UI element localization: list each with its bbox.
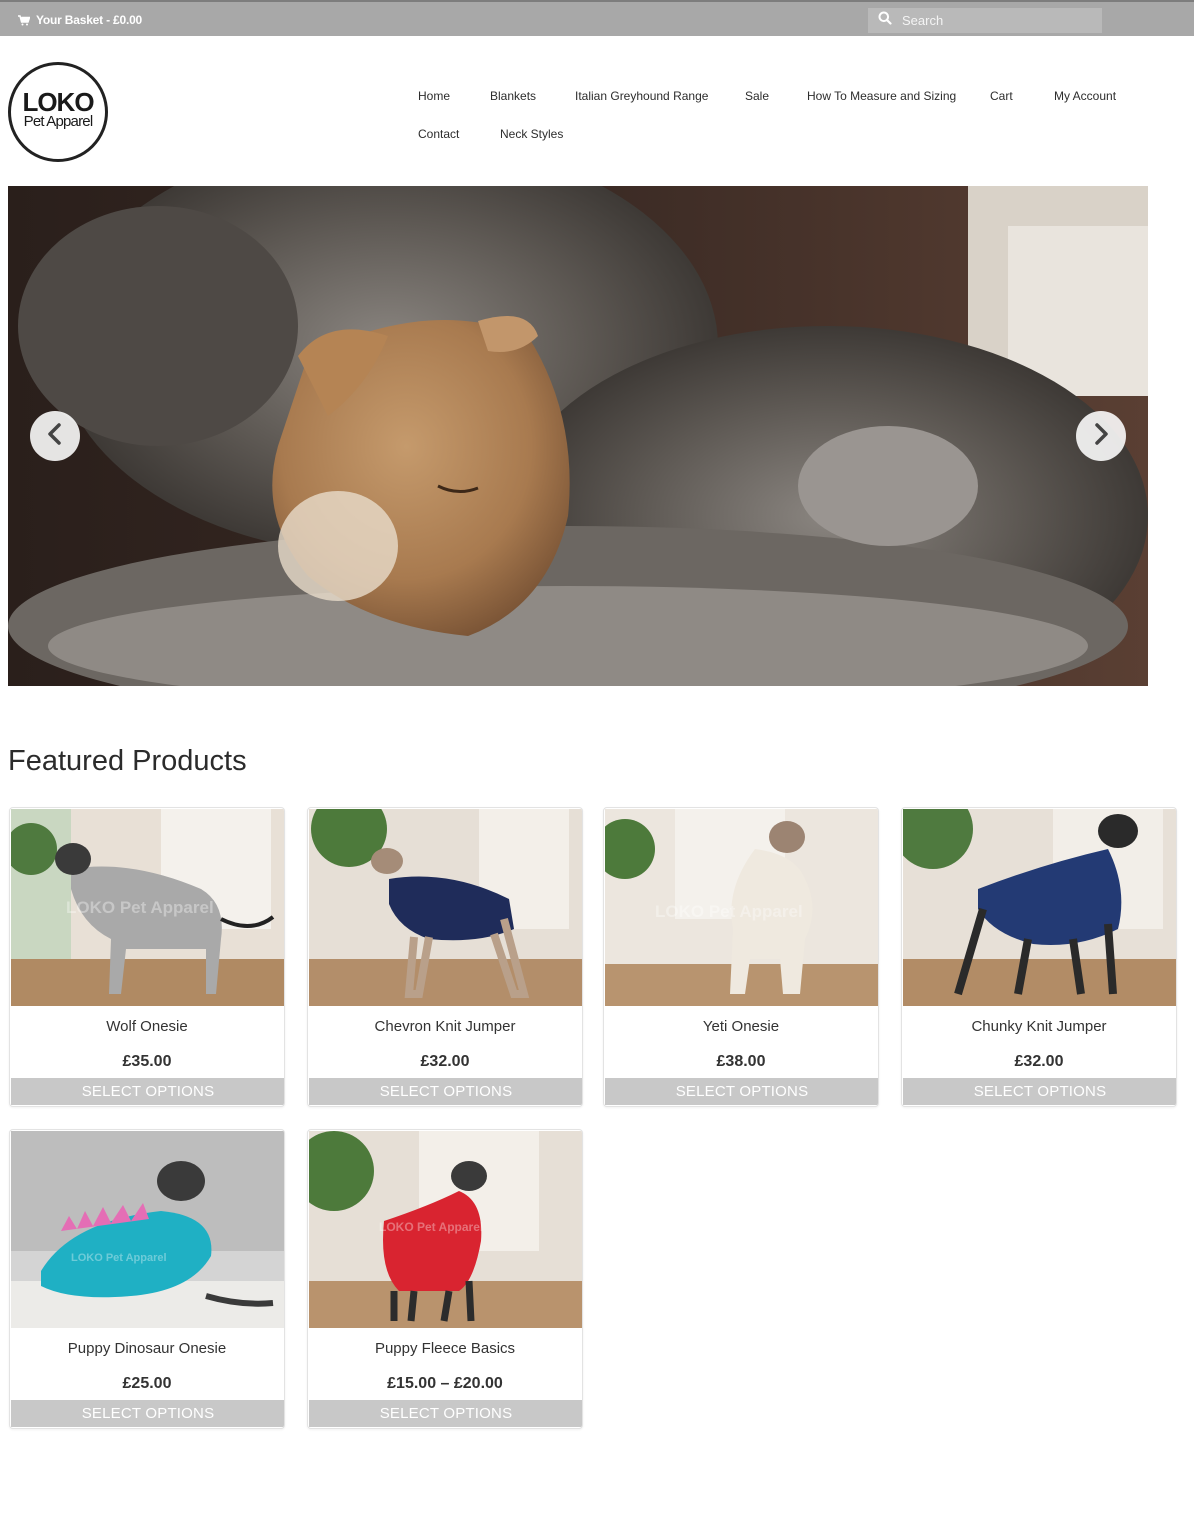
product-name[interactable]: Chunky Knit Jumper xyxy=(902,1018,1176,1035)
slider-prev-button[interactable] xyxy=(30,411,80,461)
svg-text:LOKO Pet Apparel: LOKO Pet Apparel xyxy=(71,1252,167,1264)
search-input[interactable] xyxy=(902,13,1092,28)
product-card[interactable]: LOKO Pet Apparel Wolf Onesie £35.00 SELE… xyxy=(9,807,285,1107)
site-logo[interactable]: LOKO Pet Apparel xyxy=(8,62,108,162)
select-options-button[interactable]: SELECT OPTIONS xyxy=(309,1078,582,1105)
nav-my-account[interactable]: My Account xyxy=(1054,89,1116,103)
featured-products-heading: Featured Products xyxy=(8,745,247,777)
nav-sale[interactable]: Sale xyxy=(745,89,769,103)
cart-icon xyxy=(18,14,30,26)
nav-contact[interactable]: Contact xyxy=(418,127,459,141)
search-icon[interactable] xyxy=(878,11,892,30)
search-box xyxy=(868,8,1102,33)
product-card[interactable]: LOKO Pet Apparel Yeti Onesie £38.00 SELE… xyxy=(603,807,879,1107)
select-options-button[interactable]: SELECT OPTIONS xyxy=(309,1400,582,1427)
select-options-button[interactable]: SELECT OPTIONS xyxy=(11,1400,284,1427)
hero-image xyxy=(8,186,1148,686)
product-price: £38.00 xyxy=(716,1053,766,1070)
nav-neck-styles[interactable]: Neck Styles xyxy=(500,127,563,141)
svg-text:LOKO Pet Apparel: LOKO Pet Apparel xyxy=(655,902,803,921)
basket-label: Your Basket - £0.00 xyxy=(36,13,143,27)
product-image[interactable]: LOKO Pet Apparel xyxy=(11,809,284,1006)
product-image[interactable] xyxy=(903,809,1176,1006)
hero-slider[interactable] xyxy=(8,186,1148,686)
product-name[interactable]: Puppy Fleece Basics xyxy=(308,1340,582,1357)
top-bar: Your Basket - £0.00 xyxy=(0,0,1194,36)
product-image[interactable]: LOKO Pet Apparel xyxy=(11,1131,284,1328)
slider-next-button[interactable] xyxy=(1076,411,1126,461)
basket-link[interactable]: Your Basket - £0.00 xyxy=(18,12,142,28)
svg-text:LOKO Pet Apparel: LOKO Pet Apparel xyxy=(66,898,214,917)
select-options-button[interactable]: SELECT OPTIONS xyxy=(903,1078,1176,1105)
select-options-button[interactable]: SELECT OPTIONS xyxy=(11,1078,284,1105)
product-price: £25.00 xyxy=(122,1375,172,1392)
product-name[interactable]: Chevron Knit Jumper xyxy=(308,1018,582,1035)
nav-italian-greyhound-range[interactable]: Italian Greyhound Range xyxy=(575,89,708,103)
product-price: £15.00 – £20.00 xyxy=(387,1375,503,1392)
product-card[interactable]: LOKO Pet Apparel Puppy Fleece Basics £15… xyxy=(307,1129,583,1429)
product-card[interactable]: Chevron Knit Jumper £32.00 SELECT OPTION… xyxy=(307,807,583,1107)
product-image[interactable] xyxy=(309,809,582,1006)
product-image[interactable]: LOKO Pet Apparel xyxy=(309,1131,582,1328)
chevron-right-icon xyxy=(1091,422,1111,451)
product-name[interactable]: Wolf Onesie xyxy=(10,1018,284,1035)
product-name[interactable]: Puppy Dinosaur Onesie xyxy=(10,1340,284,1357)
product-card[interactable]: LOKO Pet Apparel Puppy Dinosaur Onesie £… xyxy=(9,1129,285,1429)
logo-text-sub: Pet Apparel xyxy=(23,113,94,130)
nav-home[interactable]: Home xyxy=(418,89,450,103)
product-price: £35.00 xyxy=(122,1053,172,1070)
nav-blankets[interactable]: Blankets xyxy=(490,89,536,103)
product-price: £32.00 xyxy=(1014,1053,1064,1070)
select-options-button[interactable]: SELECT OPTIONS xyxy=(605,1078,878,1105)
chevron-left-icon xyxy=(45,422,65,451)
nav-cart[interactable]: Cart xyxy=(990,89,1013,103)
svg-text:LOKO Pet Apparel: LOKO Pet Apparel xyxy=(379,1220,483,1234)
product-image[interactable]: LOKO Pet Apparel xyxy=(605,809,878,1006)
product-card[interactable]: Chunky Knit Jumper £32.00 SELECT OPTIONS xyxy=(901,807,1177,1107)
logo-text-main: LOKO xyxy=(22,87,94,117)
product-name[interactable]: Yeti Onesie xyxy=(604,1018,878,1035)
nav-how-to-measure[interactable]: How To Measure and Sizing xyxy=(807,89,956,103)
product-price: £32.00 xyxy=(420,1053,470,1070)
